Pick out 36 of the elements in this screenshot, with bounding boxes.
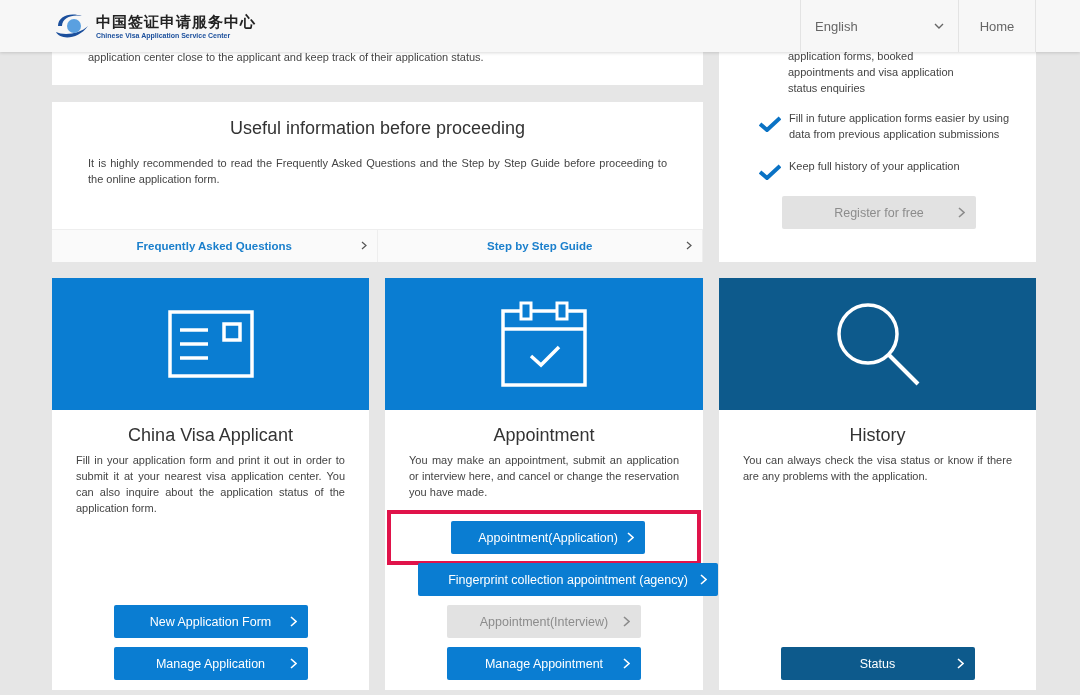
action-button[interactable]: New Application Form (113, 605, 308, 638)
check-icon (759, 116, 781, 132)
action-button[interactable]: Fingerprint collection appointment (agency) (418, 563, 718, 596)
chevron-icon (958, 207, 965, 218)
card-title: History (848, 425, 907, 446)
chevron-icon (360, 241, 367, 250)
chevron-icon (627, 532, 634, 543)
card-text: Fill in your application form and print it out in order to submit it at your nearest visa application center. You can also inquire about the application status of the application form. (76, 453, 345, 516)
chevron-icon (623, 616, 630, 627)
benefit-text: Keep full history of your application (789, 159, 960, 174)
chevron-icon (289, 616, 297, 627)
calendar-icon (501, 301, 587, 387)
card-text: You may make an appointment, submit an application or interview here, and cancel or change the reservation you have made. (409, 453, 679, 500)
check-icon (759, 164, 781, 180)
intro-text: application center close to the applicant and keep track of their application status. (88, 50, 485, 65)
action-button[interactable]: Manage Application (113, 647, 308, 680)
action-button[interactable]: Status (780, 647, 975, 680)
chevron-icon (623, 658, 630, 669)
card-text: You can always check the visa status or know if there are any problems with the application. (743, 453, 1012, 484)
action-button[interactable]: Appointment(Application) (451, 521, 645, 554)
card-title: Appointment (492, 425, 596, 446)
logo-title: 中国签证申请服务中心 (96, 13, 256, 32)
caret-icon (934, 23, 944, 29)
info-link[interactable]: Step by Step Guide (377, 230, 703, 262)
info-title: Useful information before proceeding (228, 118, 527, 139)
benefit-text: application forms, booked appointments and visa application status enquiries (788, 49, 955, 96)
info-link[interactable]: Frequently Asked Questions (52, 230, 378, 262)
chevron-icon (686, 241, 692, 250)
card-title: China Visa Applicant (127, 425, 294, 446)
benefit-text: Fill in future application forms easier by using data from previous application submissions (789, 111, 1011, 142)
id-card-icon (167, 310, 254, 378)
chevron-icon (956, 658, 964, 669)
info-text: It is highly recommended to read the Frequently Asked Questions and the Step by Step Guide before proceeding to the online application form. (87, 156, 668, 187)
action-button[interactable]: Manage Appointment (447, 647, 641, 680)
chevron-icon (289, 658, 297, 669)
chevron-icon (700, 574, 707, 585)
